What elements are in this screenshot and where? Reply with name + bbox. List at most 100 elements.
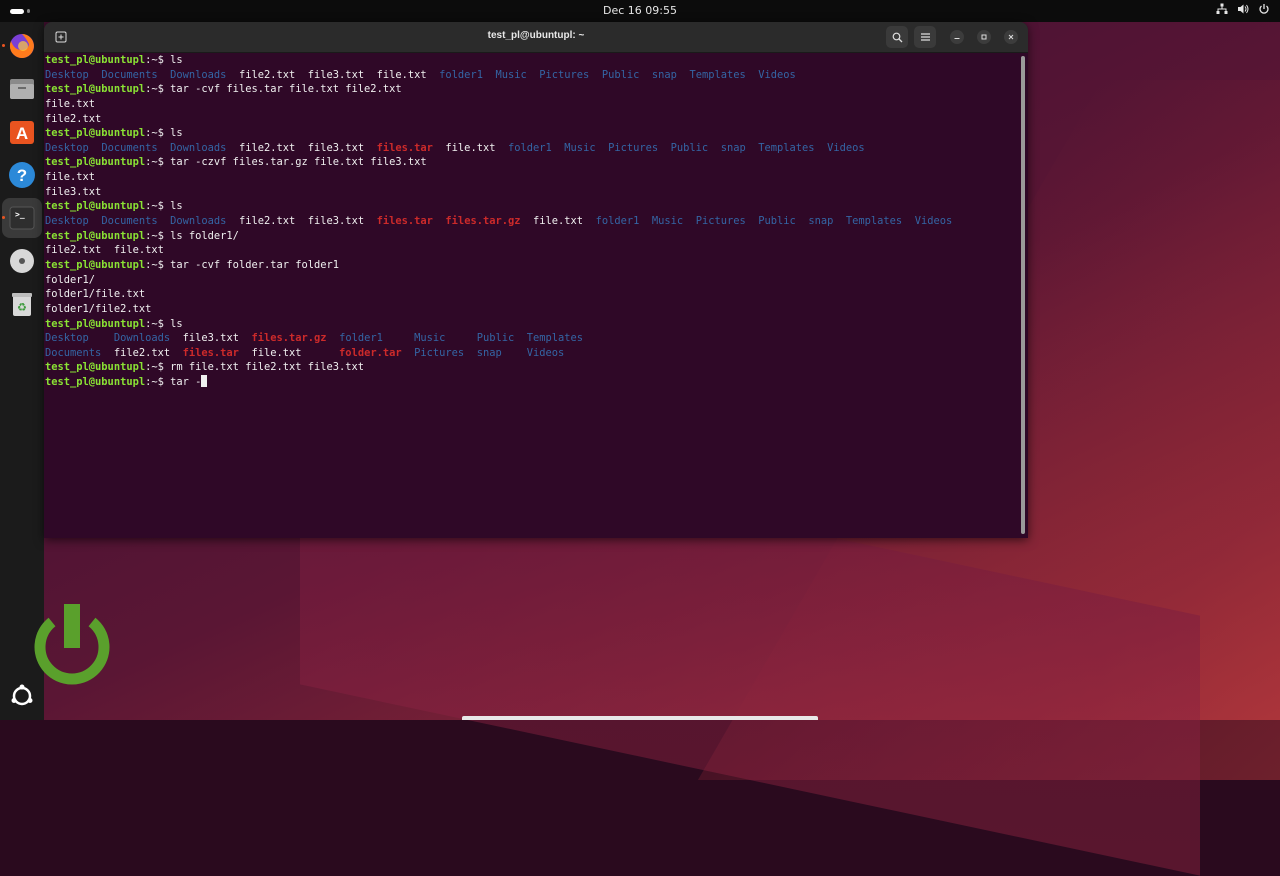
output-text: file.txt — [238, 346, 340, 359]
trash-icon[interactable]: ♻ — [6, 288, 38, 320]
minimize-icon[interactable] — [950, 30, 964, 44]
command-text: ls folder1/ — [170, 229, 239, 242]
directory-entry: Documents — [101, 215, 158, 228]
output-line: folder1/ — [45, 273, 1015, 288]
files-icon[interactable] — [6, 73, 38, 105]
prompt-user: test_pl@ubuntupl — [45, 127, 146, 140]
output-text: file2.txt file.txt — [45, 244, 164, 257]
output-line: Desktop Documents Downloads file2.txt fi… — [45, 214, 1015, 229]
directory-entry: Public — [758, 215, 796, 228]
directory-entry: Public — [476, 332, 515, 345]
search-icon[interactable] — [886, 26, 908, 48]
svg-text:♻: ♻ — [17, 301, 27, 314]
command-text: ls — [170, 127, 183, 140]
system-tray[interactable] — [1216, 3, 1270, 18]
output-text: file.txt — [45, 171, 96, 184]
clock[interactable]: Dec 16 09:55 — [0, 4, 1280, 17]
directory-entry: Videos — [914, 215, 953, 228]
terminal-output[interactable]: test_pl@ubuntupl:~$ ls Desktop Documents … — [45, 53, 1015, 533]
directory-entry: snap — [651, 68, 677, 81]
terminal-window[interactable]: test_pl@ubuntupl: ~ test_pl@ubuntupl:~$ … — [44, 22, 1028, 538]
command-text: tar -cvf files.tar file.txt file2.txt — [170, 83, 402, 96]
directory-entry: folder1 — [439, 68, 483, 81]
terminal-icon[interactable]: >_ — [6, 202, 38, 234]
output-text: file3.txt — [45, 185, 102, 198]
output-line: file2.txt — [45, 112, 1015, 127]
prompt-symbol: :~$ — [145, 361, 171, 374]
directory-entry: Public — [601, 68, 640, 81]
directory-entry: Videos — [526, 346, 565, 359]
output-text: file2.txt file3.txt — [226, 141, 377, 154]
command-line: test_pl@ubuntupl:~$ ls — [45, 53, 1015, 68]
command-text: ls — [170, 200, 183, 213]
command-line: test_pl@ubuntupl:~$ tar - — [45, 375, 1015, 390]
volume-icon[interactable] — [1237, 3, 1249, 18]
network-icon[interactable] — [1216, 3, 1228, 18]
directory-entry: folder1 — [595, 215, 640, 228]
command-line: test_pl@ubuntupl:~$ ls folder1/ — [45, 229, 1015, 244]
taskbar-hint — [462, 716, 818, 720]
directory-entry: Pictures — [608, 141, 659, 154]
output-line: Documents file2.txt files.tar file.txt f… — [45, 346, 1015, 361]
archive-entry: files.tar — [376, 215, 433, 228]
directory-entry: Music — [414, 332, 446, 345]
output-line: Desktop Downloads file3.txt files.tar.gz… — [45, 331, 1015, 346]
prompt-symbol: :~$ — [145, 54, 171, 66]
directory-entry: Pictures — [414, 346, 465, 359]
prompt-symbol: :~$ — [145, 156, 171, 169]
directory-entry: Videos — [758, 68, 796, 81]
prompt-symbol: :~$ — [145, 258, 171, 271]
output-line: file.txt — [45, 170, 1015, 185]
directory-entry: snap — [720, 141, 746, 154]
power-icon[interactable] — [1258, 3, 1270, 18]
directory-entry: Desktop — [45, 68, 89, 81]
archive-entry: files.tar.gz — [251, 332, 327, 345]
output-line: folder1/file2.txt — [45, 302, 1015, 317]
prompt-symbol: :~$ — [145, 317, 171, 330]
directory-entry: Public — [670, 141, 709, 154]
directory-entry: Templates — [689, 68, 746, 81]
output-text: file2.txt — [45, 112, 102, 125]
svg-text:?: ? — [17, 166, 27, 185]
prompt-user: test_pl@ubuntupl — [45, 156, 146, 169]
maximize-icon[interactable] — [977, 30, 991, 44]
prompt-user: test_pl@ubuntupl — [45, 258, 146, 271]
prompt-user: test_pl@ubuntupl — [45, 83, 146, 96]
close-icon[interactable] — [1004, 30, 1018, 44]
output-line: file.txt — [45, 97, 1015, 112]
command-text: rm file.txt file2.txt file3.txt — [170, 361, 365, 374]
prompt-user: test_pl@ubuntupl — [45, 200, 146, 213]
help-icon[interactable]: ? — [6, 159, 38, 191]
scrollbar[interactable] — [1021, 56, 1025, 534]
output-text: folder1/ — [45, 273, 96, 286]
command-line: test_pl@ubuntupl:~$ ls — [45, 199, 1015, 214]
terminal-titlebar[interactable]: test_pl@ubuntupl: ~ — [44, 22, 1028, 53]
disc-icon[interactable] — [6, 245, 38, 277]
app-center-icon[interactable]: A — [6, 116, 38, 148]
directory-entry: Templates — [526, 332, 584, 345]
output-text: file.txt — [520, 215, 596, 228]
directory-entry: Videos — [827, 141, 865, 154]
prompt-symbol: :~$ — [145, 83, 171, 96]
prompt-user: test_pl@ubuntupl — [45, 376, 146, 389]
command-line: test_pl@ubuntupl:~$ rm file.txt file2.tx… — [45, 360, 1015, 375]
command-text: ls — [170, 317, 183, 330]
output-text: file.txt — [432, 141, 508, 154]
menu-icon[interactable] — [914, 26, 936, 48]
firefox-icon[interactable] — [6, 30, 38, 62]
prompt-symbol: :~$ — [145, 229, 171, 242]
